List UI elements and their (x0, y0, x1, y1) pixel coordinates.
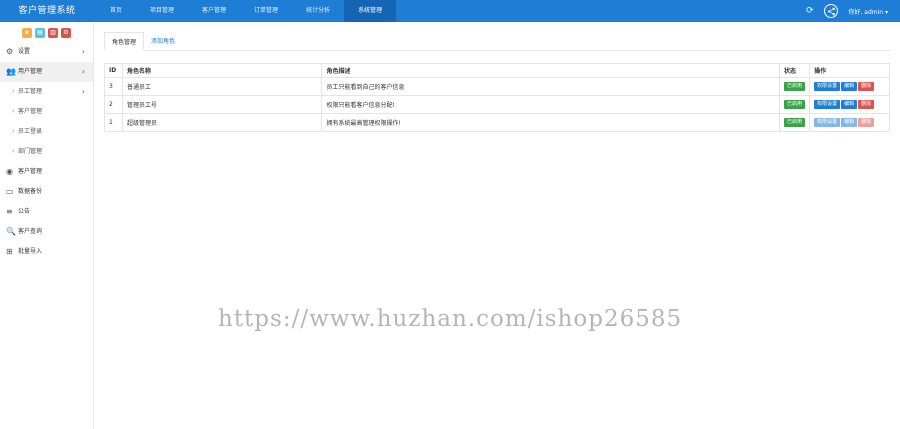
refresh-icon[interactable]: ⟳ (805, 6, 814, 16)
menu-icon: 👥 (6, 67, 16, 76)
chevron-right-icon: › (12, 88, 15, 95)
cell-role-name: 普通员工 (121, 77, 323, 96)
sidebar-item-label: 部门管理 (18, 148, 43, 155)
cell-status: 已启用 (779, 95, 811, 114)
sidebar-item-label: 设置 (18, 48, 31, 55)
share-icon[interactable] (824, 4, 839, 18)
column-header-description: 角色描述 (321, 63, 781, 78)
app-title: 客户管理系统 (18, 6, 76, 16)
tab-add-role[interactable]: 添加角色 (144, 32, 182, 51)
chevron-right-icon: › (12, 108, 15, 115)
nav-projects[interactable]: 项目管理 (136, 0, 188, 22)
cell-status: 已启用 (779, 77, 811, 96)
sidebar-item[interactable]: ⚙ 设置 › (0, 42, 93, 62)
status-badge: 已启用 (784, 118, 806, 127)
status-badge: 已启用 (784, 100, 806, 109)
chevron-right-icon: › (81, 87, 85, 96)
sidebar-item-label: 公告 (18, 208, 31, 215)
favorite-tool-button[interactable]: ★ (22, 28, 32, 38)
sidebar-item[interactable]: ▭ 数据备份 (0, 182, 93, 202)
edit-button[interactable]: 编辑 (841, 100, 858, 109)
sidebar-item[interactable]: ◉ 客户管理 (0, 162, 93, 182)
nav-home[interactable]: 首页 (96, 0, 136, 22)
user-menu[interactable]: 你好, admin ▾ (848, 7, 888, 16)
top-navigation: 首页 项目管理 客户管理 订单管理 统计分析 系统管理 (96, 0, 397, 22)
nav-system[interactable]: 系统管理 (344, 0, 397, 22)
delete-button[interactable]: 删除 (858, 118, 875, 127)
cell-id: 2 (104, 95, 123, 114)
edit-button[interactable]: 编辑 (841, 118, 858, 127)
chevron-right-icon: › (81, 47, 85, 56)
column-header-status: 状态 (779, 63, 811, 78)
sidebar-item[interactable]: ≡ 公告 (0, 202, 93, 222)
sidebar: ★ ▤ ▥ ⚙ ⚙ 设置 › 👥 用户管理 › › 员工管理 › › 客户管理 › 员工登录 › 部门管理 ◉ 客户管… (0, 22, 94, 429)
edit-button[interactable]: 编辑 (841, 82, 858, 91)
menu-icon: ⊞ (6, 247, 13, 256)
sidebar-item-label: 客户管理 (18, 108, 43, 115)
menu-icon: ⚙ (6, 47, 14, 56)
menu-icon: ≡ (6, 207, 13, 216)
tab-role-management[interactable]: 角色管理 (104, 32, 145, 51)
cell-actions: 权限设置 编辑 删除 (809, 77, 890, 96)
table-row: 3 普通员工 员工只能看到自己的客户信息 已启用 权限设置 编辑 删除 (104, 77, 890, 96)
top-header: 客户管理系统 首页 项目管理 客户管理 订单管理 统计分析 系统管理 ⟳ 你好,… (0, 0, 900, 22)
nav-orders[interactable]: 订单管理 (240, 0, 292, 22)
sidebar-item-label: 批量导入 (18, 248, 43, 255)
chevron-right-icon: › (12, 148, 15, 155)
sidebar-item[interactable]: 👥 用户管理 › (0, 62, 93, 82)
sidebar-item[interactable]: ⊞ 批量导入 (0, 242, 93, 262)
sidebar-menu: ⚙ 设置 › 👥 用户管理 › › 员工管理 › › 客户管理 › 员工登录 › 部门管理 ◉ 客户管理 ▭ 数据备… (0, 42, 93, 262)
column-header-actions: 操作 (809, 63, 890, 78)
table-row: 1 超级管理员 拥有系统最高管理权限操作! 已启用 权限设置 编辑 删除 (104, 113, 890, 132)
table-header-row: ID 角色名称 角色描述 状态 操作 (104, 63, 890, 78)
cell-actions: 权限设置 编辑 删除 (809, 113, 890, 132)
sidebar-item-label: 数据备份 (18, 188, 43, 195)
cell-id: 3 (104, 77, 123, 96)
cell-role-description: 拥有系统最高管理权限操作! (321, 113, 781, 132)
sidebar-subitem[interactable]: › 客户管理 (0, 102, 93, 122)
document-tool-button[interactable]: ▤ (35, 28, 45, 38)
report-tool-button[interactable]: ▥ (48, 28, 58, 38)
watermark-text: https://www.huzhan.com/ishop26585 (218, 306, 683, 332)
cell-actions: 权限设置 编辑 删除 (809, 95, 890, 114)
tab-bar: 角色管理 添加角色 (104, 32, 890, 51)
cell-role-name: 管理员工号 (121, 95, 323, 114)
menu-icon: ▭ (6, 187, 14, 196)
chevron-right-icon: › (12, 128, 15, 135)
menu-icon: 🔍 (6, 227, 16, 236)
cell-role-description: 员工只能看到自己的客户信息 (321, 77, 781, 96)
column-header-id: ID (104, 63, 123, 78)
sidebar-item-label: 员工登录 (18, 128, 43, 135)
permission-button[interactable]: 权限设置 (814, 82, 841, 91)
sidebar-item-label: 客户查询 (18, 228, 43, 235)
delete-button[interactable]: 删除 (858, 100, 875, 109)
permission-button[interactable]: 权限设置 (814, 118, 841, 127)
header-actions: ⟳ 你好, admin ▾ (805, 0, 888, 22)
table-row: 2 管理员工号 权限只能看客户信息分配! 已启用 权限设置 编辑 删除 (104, 95, 890, 114)
sidebar-subitem[interactable]: › 员工登录 (0, 122, 93, 142)
cell-id: 1 (104, 113, 123, 132)
delete-button[interactable]: 删除 (858, 82, 875, 91)
main-content: 角色管理 添加角色 ID 角色名称 角色描述 状态 操作 3 普通员工 员工只能看到… (104, 32, 890, 132)
nav-customers[interactable]: 客户管理 (188, 0, 240, 22)
cell-role-name: 超级管理员 (121, 113, 323, 132)
sidebar-item-label: 客户管理 (18, 168, 43, 175)
menu-icon: ◉ (6, 167, 13, 176)
sidebar-item-label: 员工管理 (18, 88, 43, 95)
status-badge: 已启用 (784, 82, 806, 91)
sidebar-item-label: 用户管理 (18, 68, 43, 75)
sidebar-item[interactable]: 🔍 客户查询 (0, 222, 93, 242)
column-header-name: 角色名称 (121, 63, 323, 78)
sidebar-toolbar: ★ ▤ ▥ ⚙ (0, 22, 93, 42)
roles-table: ID 角色名称 角色描述 状态 操作 3 普通员工 员工只能看到自己的客户信息 已启用… (104, 63, 890, 132)
settings-tool-button[interactable]: ⚙ (61, 28, 71, 38)
permission-button[interactable]: 权限设置 (814, 100, 841, 109)
chevron-right-icon: › (81, 67, 85, 76)
cell-status: 已启用 (779, 113, 811, 132)
cell-role-description: 权限只能看客户信息分配! (321, 95, 781, 114)
sidebar-subitem[interactable]: › 员工管理 › (0, 82, 93, 102)
sidebar-subitem[interactable]: › 部门管理 (0, 142, 93, 162)
nav-statistics[interactable]: 统计分析 (292, 0, 344, 22)
